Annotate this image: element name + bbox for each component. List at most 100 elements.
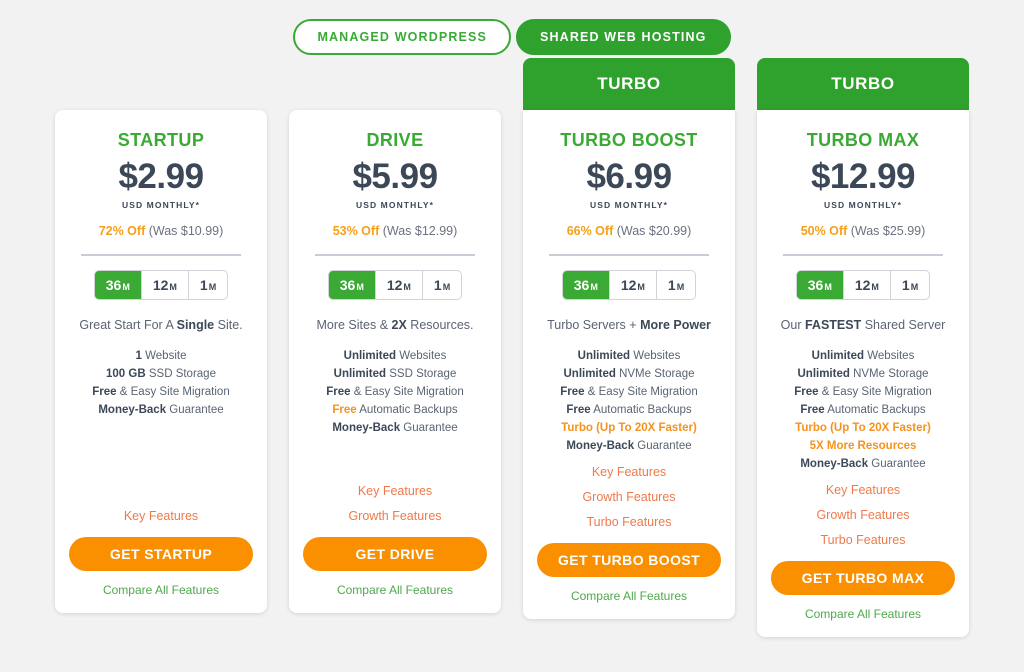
feature-link-growth-features[interactable]: Growth Features [537,490,721,504]
feature-highlight: Unlimited [577,350,631,363]
feature-link-key-features[interactable]: Key Features [69,509,253,523]
feature-highlight: Turbo (Up To 20X Faster) [561,422,697,435]
feature-text: Website [141,350,187,363]
feature-link-key-features[interactable]: Key Features [303,484,487,498]
feature-item: 5X More Resources [794,439,931,454]
plan-price: $5.99 [352,157,438,196]
compare-all-features-link[interactable]: Compare All Features [337,583,453,597]
feature-link-growth-features[interactable]: Growth Features [771,508,955,522]
feature-highlight: Free [332,404,357,417]
purchase-button[interactable]: GET TURBO BOOST [537,542,721,577]
feature-item: Unlimited Websites [560,349,697,364]
feature-link-turbo-features[interactable]: Turbo Features [771,533,955,547]
feature-item: Free Automatic Backups [326,403,463,418]
term-unit: M [169,282,177,292]
term-unit: M [403,282,411,292]
discount-label: 66% Off (Was $20.99) [567,224,692,238]
card-banner: TURBO [523,58,735,110]
term-unit: M [910,282,919,292]
feature-text: Guarantee [166,404,224,417]
card-banner-spacer [289,58,501,110]
tagline-highlight: Single [176,318,215,333]
feature-item: Free & Easy Site Migration [326,385,463,400]
term-option-1m[interactable]: 1M [891,271,929,299]
feature-list: Unlimited Websites Unlimited NVMe Storage… [794,349,931,475]
feature-list: 1 Website 100 GB SSD Storage Free & Easy S… [92,349,229,421]
tagline-suffix: Site. [214,318,243,333]
compare-all-features-link[interactable]: Compare All Features [805,607,921,621]
term-unit: M [676,282,685,292]
purchase-button[interactable]: GET DRIVE [303,537,487,571]
feature-text: Automatic Backups [590,404,692,417]
term-option-36m[interactable]: 36 M [94,271,142,300]
term-length-selector: 36 M 12 M 1 M [327,270,463,301]
section-divider [315,254,475,256]
feature-links: Key Features [69,509,253,534]
plan-tagline: Our FASTEST Shared Server [781,317,946,333]
plan-name: TURBO BOOST [560,130,698,150]
price-period-label: USD MONTHLY* [589,200,669,210]
feature-text: Guarantee [634,440,692,453]
term-option-12m[interactable]: 12 M [376,271,423,300]
feature-text: & Easy Site Migration [350,386,464,399]
discount-percent: 66% Off [566,224,614,238]
feature-link-key-features[interactable]: Key Features [771,483,955,497]
discount-original-price: (Was $10.99) [148,224,224,238]
price-period-label: USD MONTHLY* [823,200,903,210]
feature-text: & Easy Site Migration [116,386,230,399]
pricing-card: TURBO TURBO MAX $12.99 USD MONTHLY* 50% Off … [757,58,969,637]
feature-text: Websites [396,350,447,363]
tagline-highlight: More Power [640,318,711,333]
discount-label: 50% Off (Was $25.99) [801,224,926,238]
feature-highlight: Unlimited [343,350,397,363]
tagline-prefix: Turbo Servers + [547,318,641,333]
discount-original-price: (Was $12.99) [382,224,458,238]
term-option-12m[interactable]: 12 M [844,271,891,300]
term-option-36m[interactable]: 36 M [328,271,376,300]
card-banner: TURBO [757,58,969,110]
feature-list: Unlimited Websites Unlimited NVMe Storage… [560,349,697,457]
toggle-option-managed-wordpress[interactable]: MANAGED WORDPRESS [293,19,511,55]
pricing-card: DRIVE $5.99 USD MONTHLY* 53% Off (Was $12.9… [289,58,501,613]
purchase-button[interactable]: GET STARTUP [69,537,253,571]
feature-item: Money-Back Guarantee [794,457,931,472]
feature-item: Turbo (Up To 20X Faster) [560,421,697,436]
feature-links: Key Features Growth Features Turbo Feature… [771,483,955,558]
feature-highlight: Money-Back [98,404,167,417]
term-option-12m[interactable]: 12 M [610,271,657,300]
term-option-1m[interactable]: 1M [423,271,461,299]
feature-item: Free & Easy Site Migration [794,385,931,400]
feature-link-turbo-features[interactable]: Turbo Features [537,515,721,529]
feature-text: & Easy Site Migration [818,386,932,399]
tagline-prefix: Great Start For A [79,318,177,333]
plan-price: $6.99 [586,157,672,196]
term-option-36m[interactable]: 36 M [562,271,610,300]
plan-tagline: More Sites & 2X Resources. [316,317,473,333]
section-divider [783,254,943,256]
term-option-12m[interactable]: 12 M [142,271,189,300]
feature-link-key-features[interactable]: Key Features [537,465,721,479]
feature-item: 100 GB SSD Storage [92,367,229,382]
feature-link-growth-features[interactable]: Growth Features [303,509,487,523]
term-number: 36 [339,277,356,293]
tagline-prefix: Our [780,318,805,333]
discount-original-price: (Was $25.99) [850,224,926,238]
purchase-button[interactable]: GET TURBO MAX [771,560,955,595]
tagline-highlight: 2X [391,318,407,333]
feature-highlight: Money-Back [800,457,869,470]
compare-all-features-link[interactable]: Compare All Features [571,589,687,603]
feature-highlight: Free [92,386,117,399]
compare-all-features-link[interactable]: Compare All Features [103,583,219,597]
term-option-36m[interactable]: 36 M [796,271,844,300]
term-number: 1 [199,277,208,293]
feature-text: SSD Storage [386,368,457,381]
feature-highlight: Free [566,404,591,417]
price-period-label: USD MONTHLY* [355,200,435,210]
feature-highlight: Free [326,386,351,399]
feature-item: Money-Back Guarantee [560,439,697,454]
toggle-option-shared-web-hosting[interactable]: SHARED WEB HOSTING [516,19,731,55]
term-number: 12 [620,277,637,293]
term-option-1m[interactable]: 1M [189,271,227,299]
term-option-1m[interactable]: 1M [657,271,695,299]
feature-list: Unlimited Websites Unlimited SSD Storage F… [326,349,463,439]
